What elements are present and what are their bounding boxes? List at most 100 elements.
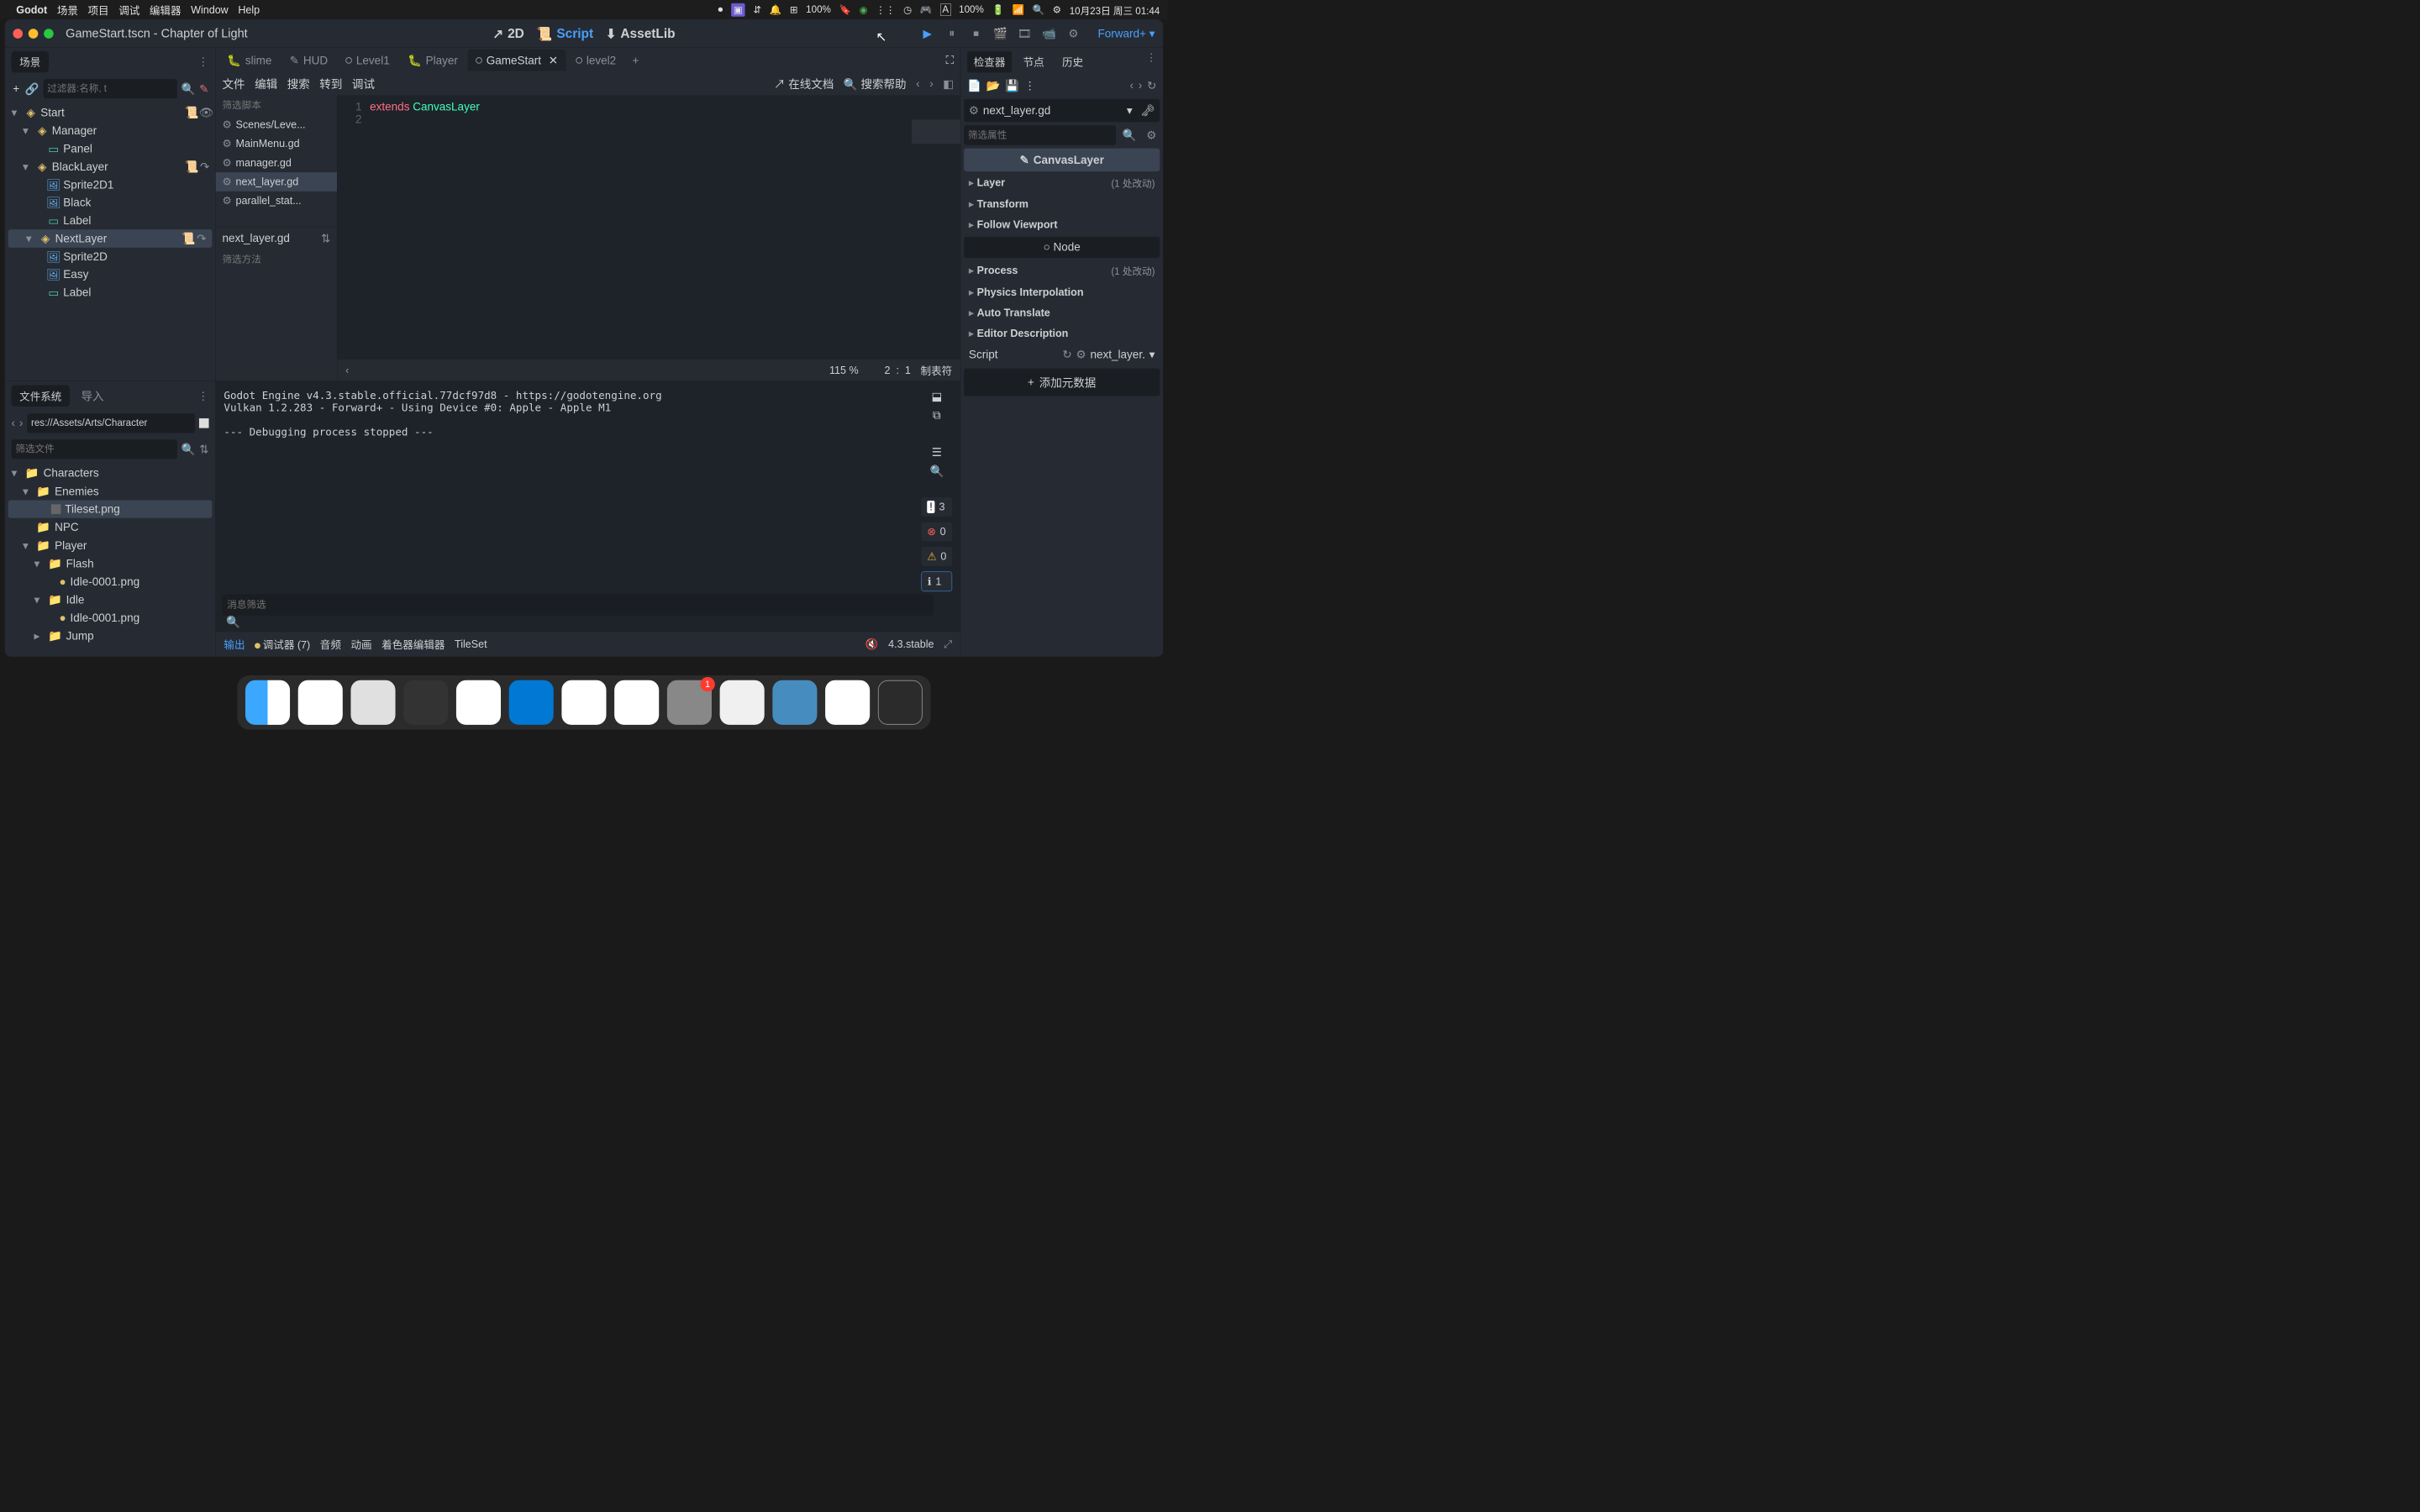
warning-badge[interactable]: ⚠0 <box>922 547 953 566</box>
scene-tab[interactable]: Level1 <box>338 50 398 71</box>
resource-header[interactable]: ⚙ next_layer.gd ▾ 🗝 <box>964 99 1160 123</box>
clock-icon[interactable]: ◷ <box>903 4 912 16</box>
property-section[interactable]: ▸Auto Translate <box>964 302 1160 323</box>
bookmark-icon[interactable]: 🔖 <box>839 4 850 16</box>
scene-tab[interactable]: 🐛slime <box>219 50 280 71</box>
open-resource-icon[interactable]: 📂 <box>986 79 1001 92</box>
tab-shader[interactable]: 着色器编辑器 <box>381 637 445 652</box>
extra-menu-icon[interactable]: ⋮ <box>1024 79 1036 92</box>
menu-project[interactable]: 项目 <box>88 3 109 18</box>
dock-launchpad[interactable] <box>350 680 395 725</box>
output-copy-icon[interactable]: ⧉ <box>922 408 953 422</box>
script-menu-file[interactable]: 文件 <box>222 76 245 92</box>
file-item[interactable]: ▸📁Jump <box>5 627 215 645</box>
sync-icon[interactable]: ⇵ <box>753 4 761 16</box>
pause-button[interactable]: ⏸ <box>944 25 960 41</box>
battery-icon[interactable]: 🔋 <box>992 4 1003 16</box>
dock-qq[interactable] <box>614 680 659 725</box>
tab-node[interactable]: 节点 <box>1017 51 1051 73</box>
info-badge[interactable]: !3 <box>922 497 953 517</box>
renderer-dropdown[interactable]: Forward+ ▾ <box>1097 27 1155 40</box>
output-text[interactable]: Godot Engine v4.3.stable.official.77dcf9… <box>216 381 960 591</box>
game-icon[interactable]: 🎮 <box>920 4 932 16</box>
rec-icon[interactable]: ⏺ <box>718 4 723 16</box>
close-button[interactable] <box>13 29 23 39</box>
online-docs-button[interactable]: ↗ 在线文档 <box>774 76 834 92</box>
import-tab[interactable]: 导入 <box>73 385 112 407</box>
node-divider[interactable]: ○ Node <box>964 237 1160 258</box>
minimap[interactable] <box>912 119 960 144</box>
dock-menu-icon[interactable]: ⋮ <box>197 55 209 69</box>
history-fwd-icon[interactable]: › <box>1139 79 1143 92</box>
dock-godot[interactable] <box>772 680 817 725</box>
file-item[interactable]: ●Idle-0001.png <box>5 573 215 591</box>
add-node-button[interactable]: + <box>12 81 21 97</box>
tab-history[interactable]: 历史 <box>1055 51 1090 73</box>
workspace-assetlib[interactable]: ⬇ AssetLib <box>606 26 676 41</box>
file-filter-input[interactable] <box>12 439 177 459</box>
tree-node[interactable]: ▭Panel <box>5 139 215 157</box>
scene-tab[interactable]: GameStart✕ <box>467 50 566 71</box>
menu-help[interactable]: Help <box>238 3 260 16</box>
filesystem-tab[interactable]: 文件系统 <box>12 385 71 407</box>
circle-icon[interactable]: ◉ <box>860 4 868 16</box>
script-value[interactable]: next_layer. <box>1090 348 1144 360</box>
output-search-icon[interactable]: 🔍 <box>922 465 953 478</box>
screen-icon[interactable]: ▣ <box>731 3 745 17</box>
tab-output[interactable]: 输出 <box>224 637 245 652</box>
chevron-down-icon[interactable]: ▾ <box>1150 348 1155 361</box>
tree-node[interactable]: ▭Label <box>5 212 215 229</box>
mute-icon[interactable]: 🔇 <box>865 638 879 651</box>
minimize-button[interactable] <box>29 29 39 39</box>
scroll-left-icon[interactable]: ‹ <box>345 364 349 376</box>
scene-filter-input[interactable] <box>43 79 176 98</box>
dock-edge[interactable] <box>456 680 501 725</box>
nav-forward-button[interactable]: › <box>19 417 24 429</box>
history-menu-icon[interactable]: ↻ <box>1147 79 1156 92</box>
script-items-list[interactable]: ⚙Scenes/Leve...⚙MainMenu.gd⚙manager.gd⚙n… <box>216 115 337 226</box>
expand-icon[interactable]: ⛶ <box>943 50 957 71</box>
history-back-icon[interactable]: ‹ <box>1129 79 1134 92</box>
dock-vscode[interactable] <box>509 680 554 725</box>
menu-editor[interactable]: 编辑器 <box>150 3 182 18</box>
dock-terminal[interactable] <box>403 680 448 725</box>
file-item[interactable]: ▾📁Flash <box>5 554 215 573</box>
scene-tab[interactable]: 🐛Player <box>399 50 466 71</box>
file-item[interactable]: ▾📁Enemies <box>5 482 215 501</box>
path-color-icon[interactable] <box>199 418 209 428</box>
script-menu-edit[interactable]: 编辑 <box>255 76 277 92</box>
settings-icon[interactable]: ⚙ <box>1143 125 1160 145</box>
wifi-icon[interactable]: 📶 <box>1013 4 1024 16</box>
property-section[interactable]: ▸Follow Viewport <box>964 214 1160 235</box>
output-layout-icon[interactable]: ⬓ <box>922 390 953 403</box>
nav-back-icon[interactable]: ‹ <box>916 77 920 90</box>
nav-back-button[interactable]: ‹ <box>12 417 16 429</box>
dock-finder[interactable] <box>245 680 290 725</box>
app-name[interactable]: Godot <box>16 3 47 16</box>
property-section[interactable]: ▸Layer(1 处改动) <box>964 171 1160 194</box>
zoom-level[interactable]: 115 % <box>829 364 859 376</box>
workspace-2d[interactable]: ↗ 2D <box>492 26 524 41</box>
file-item[interactable]: ▾📁Player <box>5 536 215 554</box>
movie-button[interactable]: 📹 <box>1041 25 1057 41</box>
link-button[interactable]: 🔗 <box>25 81 39 97</box>
tab-tileset[interactable]: TileSet <box>455 638 487 651</box>
menu-scene[interactable]: 场景 <box>57 3 78 18</box>
property-section[interactable]: ▸Editor Description <box>964 323 1160 344</box>
class-header[interactable]: ✎ CanvasLayer <box>964 149 1160 172</box>
sort-icon[interactable]: ⇅ <box>199 443 208 456</box>
scene-tab[interactable]: ✎HUD <box>281 50 336 71</box>
code-lines[interactable]: 1extends CanvasLayer2 <box>338 95 960 360</box>
tree-node[interactable]: ▾◈Manager <box>5 122 215 140</box>
tree-node[interactable]: 🖼Easy <box>5 265 215 283</box>
dock-notes[interactable] <box>298 680 343 725</box>
tool-button[interactable]: ✎ <box>199 81 208 97</box>
stop-button[interactable]: ⏹ <box>968 25 984 41</box>
error-badge[interactable]: ⊗0 <box>922 522 953 542</box>
search-icon[interactable]: 🔍 <box>226 616 240 628</box>
path-input[interactable] <box>27 413 195 433</box>
add-metadata-button[interactable]: + 添加元数据 <box>964 369 1160 396</box>
tree-node[interactable]: 🖼Sprite2D <box>5 248 215 265</box>
search-help-button[interactable]: 🔍 搜索帮助 <box>844 76 907 92</box>
reload-icon[interactable]: ↻ <box>1062 348 1071 361</box>
